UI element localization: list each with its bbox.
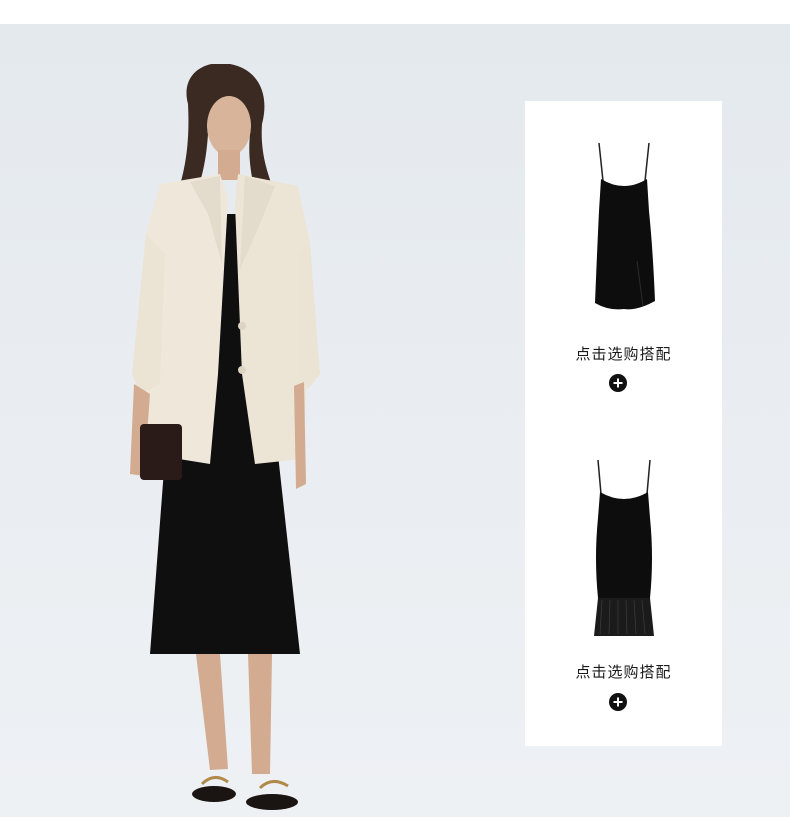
outfit-suggestion-panel: 点击选购搭配 点击选购搭配 [525,101,722,746]
model-figure [130,64,320,810]
black-pleated-hem-slip-dress-icon[interactable] [588,458,660,643]
shop-outfit-label[interactable]: 点击选购搭配 [525,661,722,682]
black-slip-dress-icon[interactable] [589,141,659,316]
plus-icon[interactable] [609,374,627,392]
product-page: 点击选购搭配 点击选购搭配 [0,0,790,817]
plus-icon[interactable] [609,693,627,711]
shop-outfit-label[interactable]: 点击选购搭配 [525,343,722,364]
